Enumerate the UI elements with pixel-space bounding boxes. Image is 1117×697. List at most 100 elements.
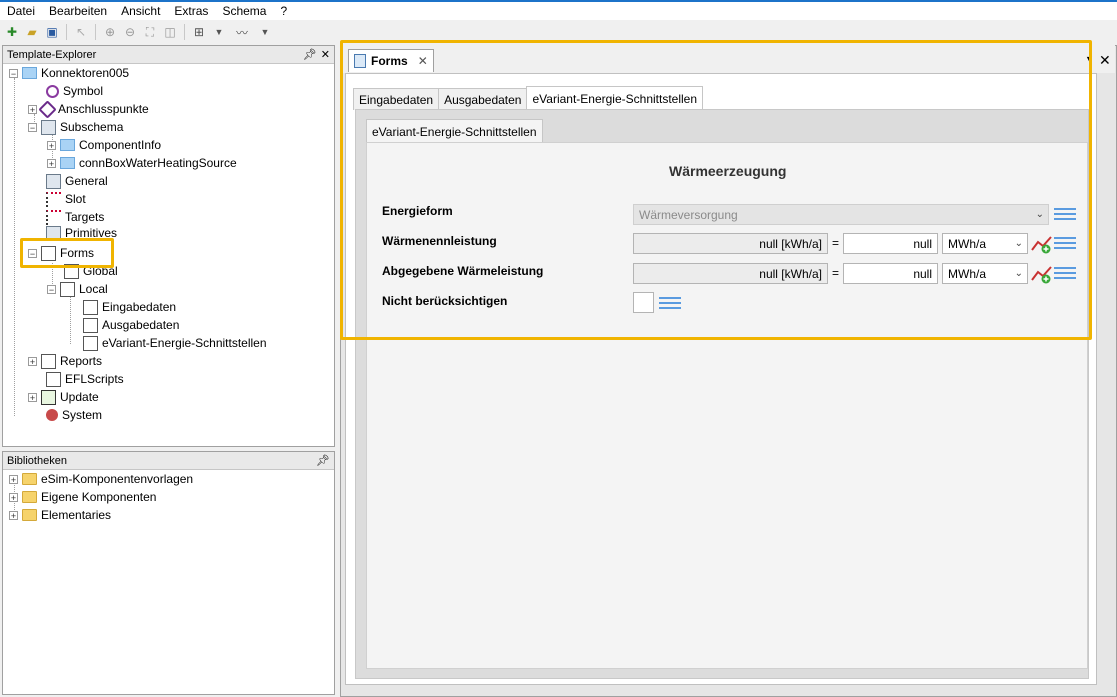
subschema-icon	[41, 119, 56, 135]
collapse-icon[interactable]: −	[28, 122, 37, 132]
tree-label: General	[65, 174, 108, 188]
targets-icon	[46, 209, 61, 225]
tree-label: Eingabedaten	[102, 300, 177, 314]
tree-item-symbol[interactable]: Symbol	[46, 82, 103, 100]
save-icon[interactable]: ▣	[44, 24, 60, 40]
pin-icon[interactable]: 📌︎	[316, 454, 330, 467]
slot-icon	[46, 191, 61, 207]
menu-bearbeiten[interactable]: Bearbeiten	[42, 4, 114, 18]
symbol-icon	[46, 84, 59, 98]
library-label: Eigene Komponenten	[41, 490, 157, 504]
tree-item-slot[interactable]: Slot	[46, 190, 86, 208]
collapse-icon[interactable]: −	[9, 68, 18, 78]
folder-icon	[22, 491, 37, 503]
tree-label: Symbol	[63, 84, 104, 98]
tree-label: Konnektoren005	[41, 66, 130, 80]
expand-icon[interactable]: +	[28, 104, 37, 114]
tree-label: Targets	[65, 210, 105, 224]
tree-label: eVariant-Energie-Schnittstellen	[102, 336, 267, 350]
form-icon	[83, 299, 98, 315]
tree-item-componentinfo[interactable]: + ComponentInfo	[47, 136, 161, 154]
tree-item-evariant[interactable]: eVariant-Energie-Schnittstellen	[83, 334, 267, 352]
library-label: Elementaries	[41, 508, 112, 522]
tree-item-general[interactable]: General	[46, 172, 108, 190]
form-icon	[83, 317, 98, 333]
tree-item-subschema[interactable]: − Subschema	[28, 118, 123, 136]
zoom-region-icon[interactable]: ◫	[162, 24, 178, 40]
folder-icon	[22, 509, 37, 521]
tree-item-ausgabedaten[interactable]: Ausgabedaten	[83, 316, 179, 334]
toolbar-separator	[184, 24, 185, 40]
menu-ansicht[interactable]: Ansicht	[114, 4, 167, 18]
close-icon[interactable]: ✕	[321, 49, 330, 61]
expand-icon[interactable]: +	[28, 356, 37, 366]
chevron-down-icon[interactable]: ▼	[211, 24, 227, 40]
pin-icon[interactable]: 📌︎	[303, 49, 317, 61]
tree-item-eingabedaten[interactable]: Eingabedaten	[83, 298, 176, 316]
tree-item-anschlusspunkte[interactable]: + Anschlusspunkte	[28, 99, 149, 119]
expand-icon[interactable]: +	[47, 140, 56, 150]
tree-label: Reports	[60, 354, 103, 368]
report-icon	[41, 353, 56, 369]
chevron-down-icon[interactable]: ▼	[257, 24, 273, 40]
tree-item-local[interactable]: − Local	[47, 280, 108, 298]
open-icon[interactable]: ▰	[24, 24, 40, 40]
zoom-in-icon[interactable]: ⊕	[102, 24, 118, 40]
connector-icon	[38, 99, 57, 119]
folder-icon	[60, 139, 75, 151]
folder-icon	[22, 67, 37, 79]
expand-icon[interactable]: +	[9, 510, 18, 520]
tree-item-reports[interactable]: + Reports	[28, 352, 102, 370]
tree-item-eflscripts[interactable]: EFLScripts	[46, 370, 124, 388]
tree-label: Anschlusspunkte	[58, 102, 149, 116]
tree-item-connbox[interactable]: + connBoxWaterHeatingSource	[47, 154, 237, 172]
expand-icon[interactable]: +	[9, 474, 18, 484]
folder-icon	[22, 473, 37, 485]
tree-label: EFLScripts	[65, 372, 124, 386]
zoom-fit-icon[interactable]: ⛶	[142, 24, 158, 40]
general-icon	[46, 173, 61, 189]
tree-label: Update	[60, 390, 99, 404]
library-item[interactable]: + Elementaries	[9, 506, 111, 524]
tree-label: Slot	[65, 192, 86, 206]
template-explorer-header: Template-Explorer 📌︎ ✕	[3, 46, 334, 64]
close-icon[interactable]: ✕	[1099, 52, 1111, 69]
zoom-out-icon[interactable]: ⊖	[122, 24, 138, 40]
menu-datei[interactable]: Datei	[0, 4, 42, 18]
update-icon	[41, 389, 56, 405]
template-explorer-title: Template-Explorer	[7, 48, 97, 61]
tree-item-system[interactable]: System	[46, 406, 102, 424]
toolbar-separator	[66, 24, 67, 40]
tree-label: Subschema	[60, 120, 124, 134]
tree-item-root[interactable]: − Konnektoren005	[9, 64, 129, 82]
expand-icon[interactable]: +	[47, 158, 56, 168]
tree-label: ComponentInfo	[79, 138, 162, 152]
system-icon	[46, 409, 58, 421]
script-icon	[46, 371, 61, 387]
tree-label: Ausgabedaten	[102, 318, 180, 332]
new-icon[interactable]: ✚	[4, 24, 20, 40]
menu-help[interactable]: ?	[273, 4, 294, 18]
folder-icon	[60, 157, 75, 169]
tree-item-targets[interactable]: Targets	[46, 208, 104, 226]
library-item[interactable]: + Eigene Komponenten	[9, 488, 156, 506]
tree-label: Local	[79, 282, 108, 296]
collapse-icon[interactable]: −	[47, 284, 56, 294]
layout-icon[interactable]: ⊞	[191, 24, 207, 40]
expand-icon[interactable]: +	[9, 492, 18, 502]
expand-icon[interactable]: +	[28, 392, 37, 402]
tree-item-update[interactable]: + Update	[28, 388, 99, 406]
highlight-form	[340, 40, 1092, 340]
form-icon	[60, 281, 75, 297]
tree-label: System	[62, 408, 103, 422]
wave-icon[interactable]: 〰	[231, 24, 253, 40]
library-item[interactable]: + eSim-Komponentenvorlagen	[9, 470, 193, 488]
toolbar-separator	[95, 24, 96, 40]
highlight-forms	[20, 238, 114, 268]
menu-bar: Datei Bearbeiten Ansicht Extras Schema ?	[0, 2, 1117, 20]
form-icon	[83, 335, 98, 351]
menu-schema[interactable]: Schema	[215, 4, 273, 18]
tree-label: connBoxWaterHeatingSource	[79, 156, 237, 170]
pointer-icon[interactable]: ↖	[73, 24, 89, 40]
menu-extras[interactable]: Extras	[167, 4, 215, 18]
